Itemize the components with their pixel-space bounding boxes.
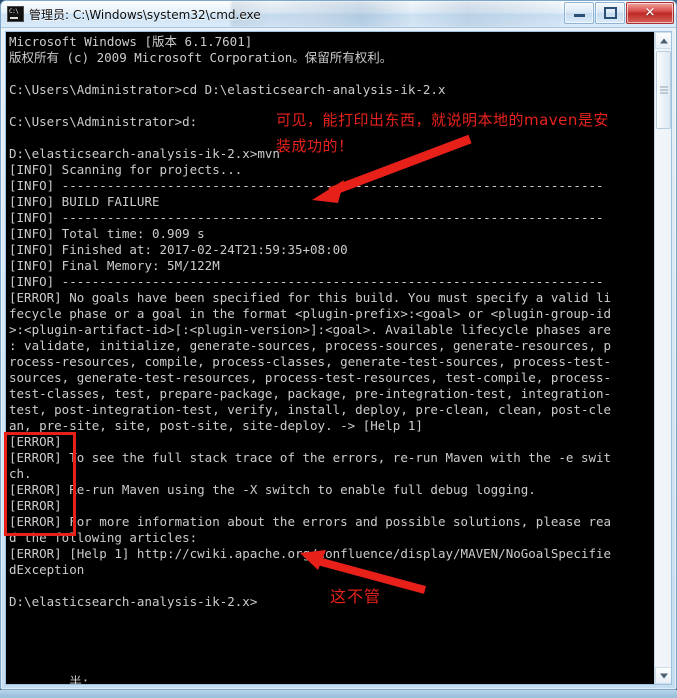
console-line: [ERROR]	[9, 498, 62, 513]
console-line: C:\Users\Administrator>cd D:\elasticsear…	[9, 82, 446, 97]
console-line: an, pre-site, site, post-site, site-depl…	[9, 418, 423, 433]
console-line: [ERROR] [Help 1] http://cwiki.apache.org…	[9, 546, 612, 561]
console-line: >:<plugin-artifact-id>[:<plugin-version>…	[9, 322, 612, 337]
close-icon: ✕	[644, 5, 656, 21]
console-line: [INFO] ---------------------------------…	[9, 210, 604, 225]
console-line: fecycle phase or a goal in the format <p…	[9, 306, 612, 321]
console-line: [ERROR] No goals have been specified for…	[9, 290, 612, 305]
console-line: [INFO] ---------------------------------…	[9, 274, 604, 289]
vertical-scrollbar[interactable]	[654, 32, 671, 684]
console-line: D:\elasticsearch-analysis-ik-2.x>	[9, 594, 258, 609]
console-line: dException	[9, 562, 85, 577]
annotation-note-top: 可见，能打印出东西，就说明本地的maven是安 装成功的！	[276, 111, 609, 155]
console-line: d the following articles:	[9, 530, 198, 545]
cmd-icon	[7, 6, 24, 22]
console-line: test-classes, test, prepare-package, pac…	[9, 386, 612, 401]
console-line: sources, generate-test-resources, proces…	[9, 370, 612, 385]
window-title: 管理员: C:\Windows\system32\cmd.exe	[29, 7, 261, 22]
close-button[interactable]: ✕	[626, 2, 674, 24]
console-line: rocess-resources, compile, process-class…	[9, 354, 612, 369]
console-line: test, post-integration-test, verify, ins…	[9, 402, 612, 417]
console-line: ch.	[9, 466, 32, 481]
chevron-up-icon	[659, 38, 668, 43]
chevron-down-icon	[659, 673, 668, 678]
annotation-highlight-box	[4, 432, 76, 536]
window-controls: ✕	[563, 2, 674, 24]
minimize-icon	[565, 9, 593, 17]
console-line: [INFO] Final Memory: 5M/122M	[9, 258, 220, 273]
maximize-icon	[596, 7, 624, 19]
console-line: [INFO] BUILD FAILURE	[9, 194, 160, 209]
window-titlebar[interactable]: 管理员: C:\Windows\system32\cmd.exe ✕	[1, 1, 676, 28]
console-line: Microsoft Windows [版本 6.1.7601]	[9, 34, 253, 49]
console-line: [ERROR] Re-run Maven using the -X switch…	[9, 482, 536, 497]
maximize-button[interactable]	[595, 2, 625, 24]
console-line: [ERROR] For more information about the e…	[9, 514, 612, 529]
console-line: [INFO] Scanning for projects...	[9, 162, 243, 177]
annotation-note-bottom: 这不管	[330, 587, 382, 606]
console-line: [ERROR] To see the full stack trace of t…	[9, 450, 612, 465]
console-line: 半:	[9, 674, 90, 684]
console-line: [INFO] Total time: 0.909 s	[9, 226, 205, 241]
console-line: [ERROR]	[9, 434, 62, 449]
bottom-edge	[0, 690, 677, 698]
console-line: [INFO] ---------------------------------…	[9, 178, 604, 193]
scroll-up-button[interactable]	[655, 32, 671, 49]
minimize-button[interactable]	[564, 2, 594, 24]
scrollbar-thumb[interactable]	[656, 51, 671, 129]
console-line: [INFO] Finished at: 2017-02-24T21:59:35+…	[9, 242, 348, 257]
console-line: 版权所有 (c) 2009 Microsoft Corporation。保留所有…	[9, 50, 393, 65]
scroll-down-button[interactable]	[655, 667, 671, 684]
console-line: : validate, initialize, generate-sources…	[9, 338, 612, 353]
